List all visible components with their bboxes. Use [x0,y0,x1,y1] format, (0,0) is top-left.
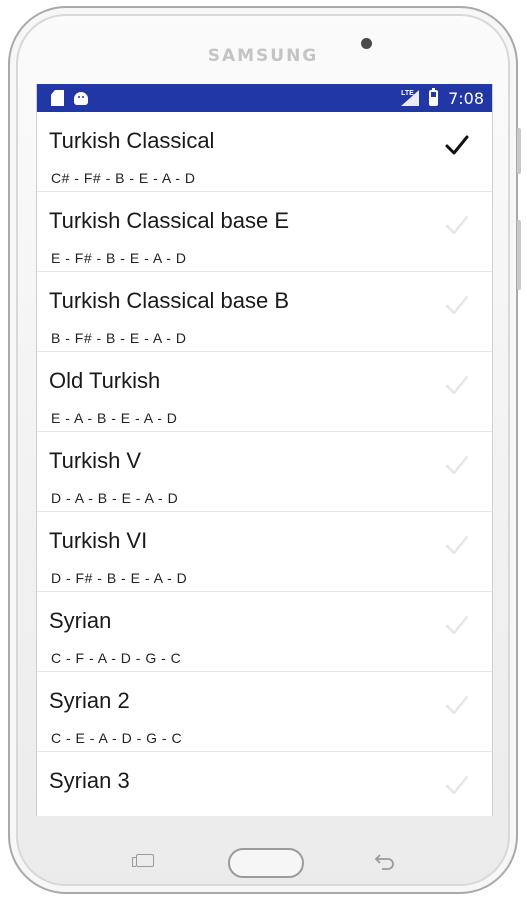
tuning-notes: D - F# - B - E - A - D [51,570,188,586]
tuning-notes: E - A - B - E - A - D [51,410,178,426]
checkmark-icon[interactable] [444,612,470,638]
volume-button [517,128,521,174]
tuning-notes: B - F# - B - E - A - D [51,330,187,346]
tuning-row[interactable]: Turkish Classical C# - F# - B - E - A - D [37,112,492,192]
tuning-row[interactable]: Turkish V D - A - B - E - A - D [37,432,492,512]
back-icon[interactable] [372,852,396,870]
checkmark-icon[interactable] [444,212,470,238]
tuning-list: Turkish Classical C# - F# - B - E - A - D… [37,112,492,816]
tuning-notes: C# - F# - B - E - A - D [51,170,196,186]
tuning-notes: D - A - B - E - A - D [51,490,179,506]
android-debug-icon [74,91,88,105]
checkmark-icon[interactable] [444,532,470,558]
tuning-notes: C - E - A - D - G - C [51,730,183,746]
battery-icon [429,88,439,106]
tuning-notes: C - F - A - D - G - C [51,650,182,666]
checkmark-icon[interactable] [444,372,470,398]
network-type: LTE [401,90,414,97]
checkmark-icon[interactable] [444,692,470,718]
tuning-row[interactable]: Turkish VI D - F# - B - E - A - D [37,512,492,592]
status-time: 7:08 [448,88,484,108]
tuning-row[interactable]: Syrian 2 C - E - A - D - G - C [37,672,492,752]
tuning-name: Turkish V [49,448,142,473]
tuning-name: Turkish Classical base E [49,208,290,233]
lte-signal-icon: LTE [401,90,420,106]
tuning-name: Turkish VI [49,528,148,553]
checkmark-icon[interactable] [444,452,470,478]
tuning-row[interactable]: Syrian C - F - A - D - G - C [37,592,492,672]
tuning-name: Old Turkish [49,368,161,393]
checkmark-icon[interactable] [444,132,470,158]
checkmark-icon[interactable] [444,292,470,318]
recents-icon[interactable] [132,854,154,867]
tuning-row[interactable]: Turkish Classical base B B - F# - B - E -… [37,272,492,352]
tuning-row[interactable]: Old Turkish E - A - B - E - A - D [37,352,492,432]
tuning-row[interactable]: Turkish Classical base E E - F# - B - E -… [37,192,492,272]
power-button [517,220,521,290]
tuning-name: Syrian [49,608,112,633]
checkmark-icon[interactable] [444,772,470,798]
tuning-name: Syrian 2 [49,688,130,713]
home-button[interactable] [228,848,304,878]
tuning-row[interactable]: Syrian 3 [37,752,492,816]
sd-card-icon [51,90,64,106]
tablet-device: SAMSUNG LTE 7:08 Turkish Classical C# - F… [8,6,521,894]
front-camera [361,38,372,49]
status-bar: LTE 7:08 [37,84,492,112]
tuning-notes: E - F# - B - E - A - D [51,250,187,266]
tuning-name: Syrian 3 [49,768,130,793]
tuning-name: Turkish Classical base B [49,288,290,313]
tuning-name: Turkish Classical [49,128,215,153]
device-brand-logo: SAMSUNG [207,46,319,66]
screen: LTE 7:08 Turkish Classical C# - F# - B - … [36,84,493,816]
navigation-bar [10,840,516,880]
